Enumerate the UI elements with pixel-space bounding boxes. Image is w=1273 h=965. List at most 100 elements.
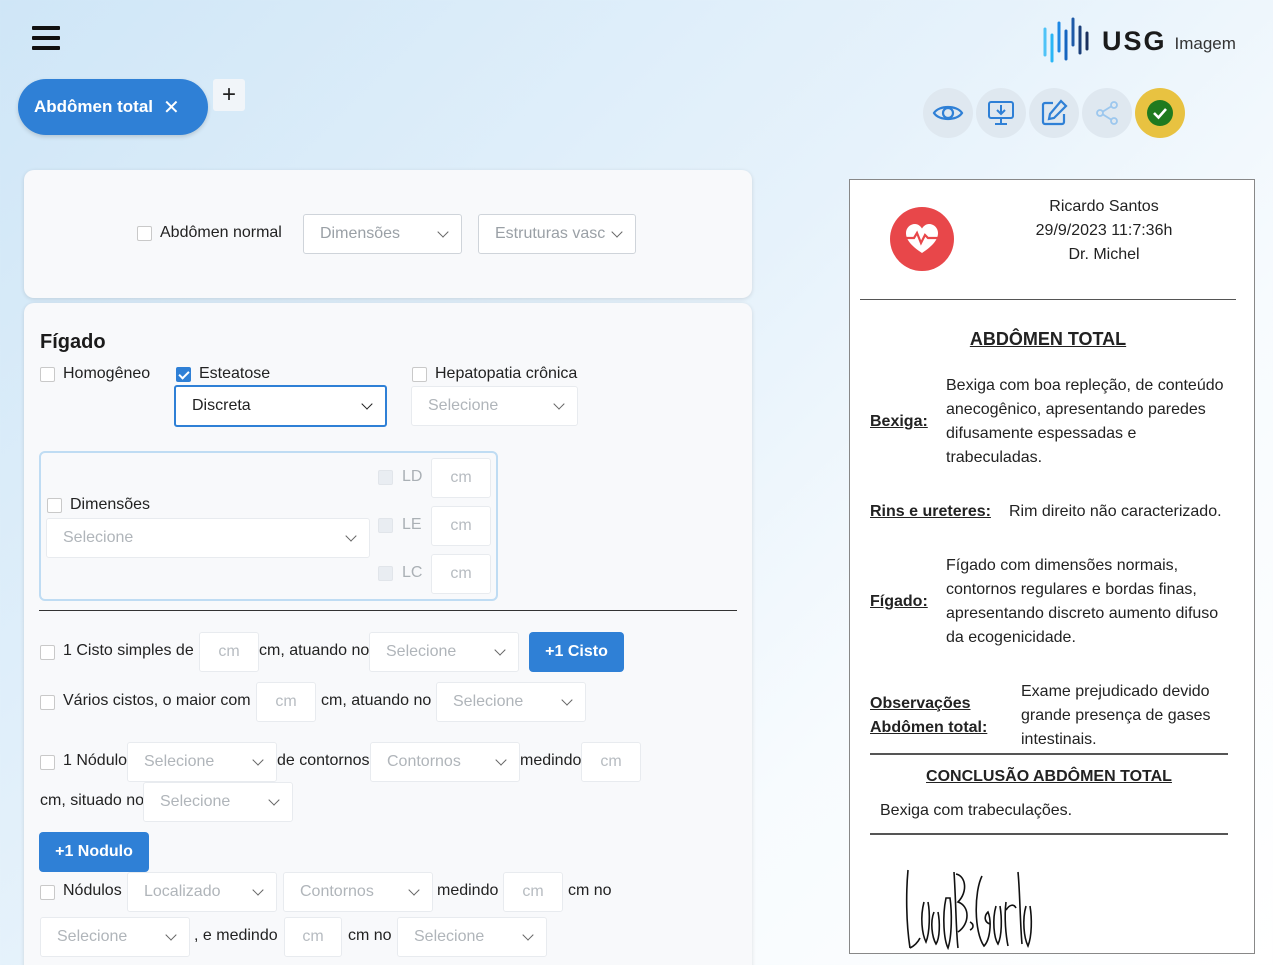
report-label-bexiga: Bexiga: <box>870 413 928 430</box>
esteatose-select[interactable]: Discreta <box>174 385 387 427</box>
lc-input[interactable]: cm <box>431 554 491 594</box>
cisto-mid-label: cm, atuando no <box>259 642 370 659</box>
abdomen-normal-label: Abdômen normal <box>160 224 282 241</box>
estruturas-select[interactable]: Estruturas vasc <box>478 214 636 254</box>
cm-no-label: cm no <box>568 882 612 899</box>
esteatose-select-text: Discreta <box>192 397 251 414</box>
logo-subtitle: Imagem <box>1174 34 1236 53</box>
lc-checkbox[interactable] <box>378 566 393 581</box>
heart-badge <box>890 207 954 276</box>
add-nodulo-button[interactable]: +1 Nodulo <box>39 832 149 872</box>
chevron-down-icon <box>561 694 573 706</box>
e-medindo-label: , e medindo <box>194 927 278 944</box>
chevron-down-icon <box>522 929 534 941</box>
varios-cistos-checkbox[interactable] <box>40 695 55 710</box>
cisto-location-text: Selecione <box>386 643 457 660</box>
nodulo-size-input[interactable]: cm <box>581 742 641 782</box>
heart-pulse-icon <box>890 207 954 271</box>
nodulos-size2-input[interactable]: cm <box>284 917 342 957</box>
chevron-down-icon <box>252 884 264 896</box>
contornos-select[interactable]: Contornos <box>370 742 520 782</box>
eye-icon <box>932 105 964 121</box>
report-title: ABDÔMEN TOTAL <box>969 329 1127 349</box>
hepatopatia-label: Hepatopatia crônica <box>435 365 578 382</box>
le-checkbox[interactable] <box>378 518 393 533</box>
confirm-button[interactable] <box>1135 88 1185 138</box>
dimensoes-label: Dimensões <box>70 496 151 513</box>
nodulo-label: 1 Nódulo <box>63 752 128 769</box>
menu-icon[interactable] <box>32 26 60 52</box>
nodulos-medindo-label: medindo <box>437 882 499 899</box>
dimensoes-figado-select[interactable]: Selecione <box>46 518 370 558</box>
share-icon <box>1096 101 1118 125</box>
add-cisto-button[interactable]: +1 Cisto <box>529 632 624 672</box>
close-tab-icon[interactable]: ✕ <box>163 95 180 120</box>
cisto-checkbox[interactable] <box>40 645 55 660</box>
nodulos-checkbox[interactable] <box>40 885 55 900</box>
doctor-name: Dr. Michel <box>1068 246 1140 263</box>
report-label-figado: Fígado: <box>870 593 928 610</box>
share-button[interactable] <box>1082 88 1132 138</box>
conclusion-bottom-line <box>870 833 1228 835</box>
situado-label: cm, situado no <box>40 792 145 809</box>
localizado-select[interactable]: Localizado <box>127 872 277 912</box>
tab-abdomen-total[interactable]: Abdômen total ✕ <box>18 79 208 135</box>
contornos-label: de contornos <box>277 752 370 769</box>
chevron-down-icon <box>345 530 357 542</box>
report-text-rins: Rim direito não caracterizado. <box>1009 503 1222 520</box>
report-label-observacoes: Observações Abdômen total: <box>870 695 988 736</box>
homogeneo-checkbox[interactable] <box>40 367 55 382</box>
abdomen-normal-checkbox[interactable] <box>137 226 152 241</box>
chevron-down-icon <box>408 884 420 896</box>
varios-cistos-location-select[interactable]: Selecione <box>436 682 586 722</box>
nodulos-size-input[interactable]: cm <box>503 872 563 912</box>
ld-label: LD <box>402 468 423 485</box>
varios-cistos-label: Vários cistos, o maior com <box>63 692 251 709</box>
nodulos-contornos-select[interactable]: Contornos <box>283 872 433 912</box>
nodulos-location-select[interactable]: Selecione <box>40 917 190 957</box>
cisto-label: 1 Cisto simples de <box>63 642 194 659</box>
nodulo-type-select[interactable]: Selecione <box>127 742 277 782</box>
check-icon <box>1147 100 1173 126</box>
patient-name: Ricardo Santos <box>1049 198 1159 215</box>
nodulos-location-text: Selecione <box>57 928 128 945</box>
chevron-down-icon <box>165 929 177 941</box>
logo-word: USG <box>1102 25 1167 56</box>
esteatose-checkbox[interactable] <box>176 367 191 382</box>
nodulos-location2-select[interactable]: Selecione <box>397 917 547 957</box>
varios-cistos-mid-label: cm, atuando no <box>321 692 432 709</box>
ld-checkbox[interactable] <box>378 470 393 485</box>
report-text-bexiga: Bexiga com boa repleção, de conteúdo ane… <box>946 377 1224 466</box>
chevron-down-icon <box>437 226 449 238</box>
report-divider <box>860 299 1236 300</box>
hepatopatia-checkbox[interactable] <box>412 367 427 382</box>
tab-label: Abdômen total <box>34 97 153 116</box>
dimensoes-checkbox[interactable] <box>47 498 62 513</box>
localizado-text: Localizado <box>144 883 221 900</box>
contornos-text: Contornos <box>387 753 461 770</box>
hepatopatia-select[interactable]: Selecione <box>411 386 578 426</box>
situado-select[interactable]: Selecione <box>143 782 293 822</box>
download-button[interactable] <box>976 88 1026 138</box>
cisto-size-input[interactable]: cm <box>199 632 259 672</box>
dimensoes-select[interactable]: Dimensões <box>303 214 462 254</box>
nodulos-contornos-text: Contornos <box>300 883 374 900</box>
chevron-down-icon <box>494 644 506 656</box>
nodulos-location2-text: Selecione <box>414 928 485 945</box>
edit-button[interactable] <box>1029 88 1079 138</box>
preview-button[interactable] <box>923 88 973 138</box>
varios-cistos-size-input[interactable]: cm <box>256 682 316 722</box>
ld-input[interactable]: cm <box>431 458 491 498</box>
logo: USG Imagem <box>1040 14 1236 68</box>
nodulo-checkbox[interactable] <box>40 755 55 770</box>
estruturas-select-text: Estruturas vasc <box>495 225 605 242</box>
add-tab-button[interactable]: + <box>213 79 245 111</box>
conclusion-top-line <box>870 753 1228 755</box>
dimensoes-select-text: Dimensões <box>320 225 401 242</box>
cisto-location-select[interactable]: Selecione <box>369 632 519 672</box>
report-text-observacoes: Exame prejudicado devido grande presença… <box>1021 683 1211 748</box>
section-title: Fígado <box>40 331 106 353</box>
signature-image <box>905 869 1033 951</box>
chevron-down-icon <box>611 226 623 238</box>
le-input[interactable]: cm <box>431 506 491 546</box>
